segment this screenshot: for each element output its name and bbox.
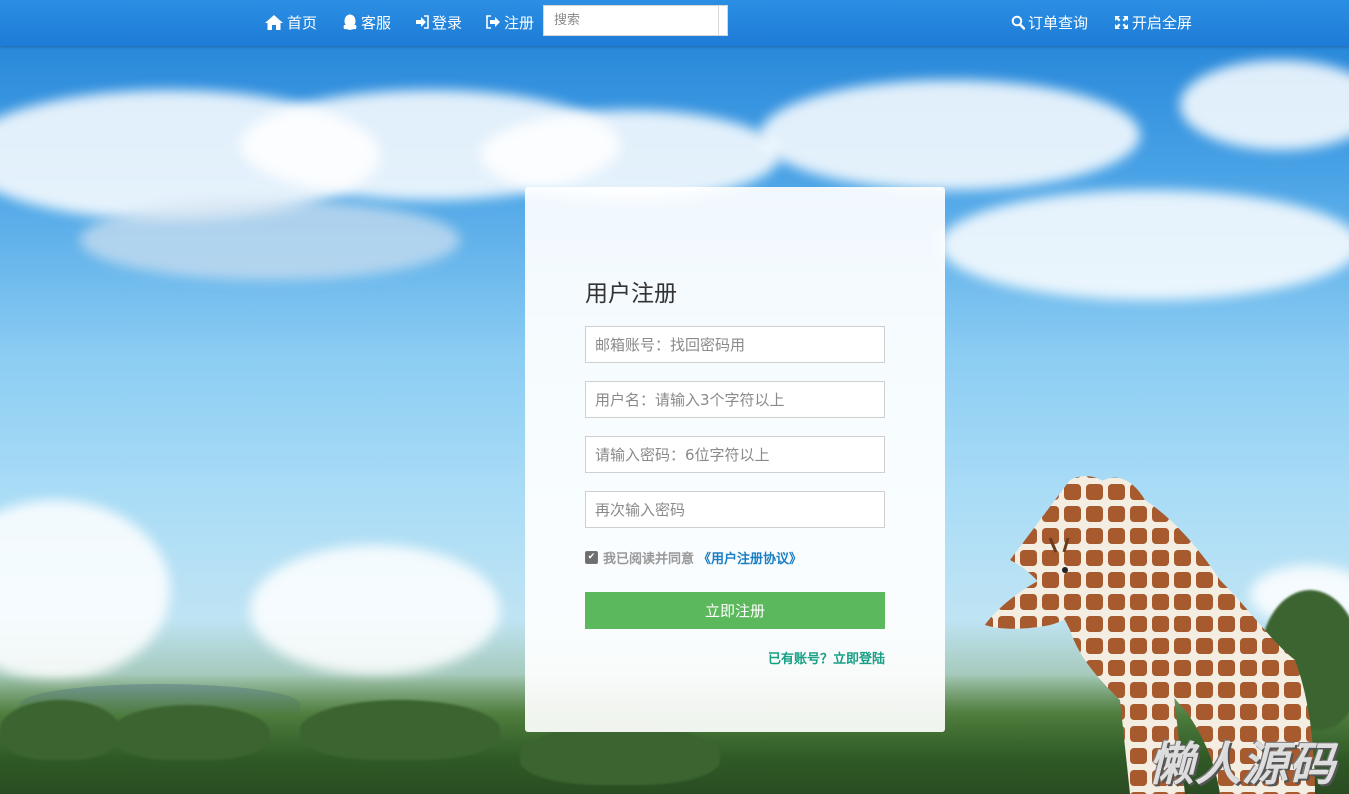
expand-icon bbox=[1115, 15, 1128, 29]
nav-home-label: 首页 bbox=[287, 13, 318, 32]
agree-text: 我已阅读并同意 bbox=[603, 552, 695, 567]
nav-login-label: 登录 bbox=[432, 13, 463, 32]
login-link[interactable]: 已有账号？立即登陆 bbox=[768, 648, 885, 667]
nav-fullscreen[interactable]: 开启全屏 bbox=[1114, 0, 1192, 44]
agree-checkbox[interactable]: ✔ bbox=[585, 551, 598, 564]
agreement-row: ✔ 我已阅读并同意 《用户注册协议》 bbox=[585, 548, 802, 567]
watermark-logo: 懒人源码 bbox=[1148, 728, 1336, 794]
register-panel: 用户注册 ✔ 我已阅读并同意 《用户注册协议》 立即注册 已有账号？立即登陆 bbox=[525, 187, 945, 732]
confirm-password-field[interactable] bbox=[585, 491, 885, 528]
search-icon bbox=[1011, 15, 1025, 30]
watermark-text: 懒人源码 bbox=[1148, 737, 1336, 791]
agreement-link[interactable]: 《用户注册协议》 bbox=[698, 548, 802, 567]
page-title: 用户注册 bbox=[585, 281, 677, 307]
sign-in-icon bbox=[416, 15, 429, 29]
username-field[interactable] bbox=[585, 381, 885, 418]
search-box bbox=[543, 5, 728, 36]
nav-service-label: 客服 bbox=[361, 13, 392, 32]
home-icon bbox=[265, 14, 283, 30]
nav-register-label: 注册 bbox=[504, 13, 535, 32]
top-navbar: 首页 客服 登录 注册 订单查询 bbox=[0, 0, 1349, 46]
password-field[interactable] bbox=[585, 436, 885, 473]
nav-order-query-label: 订单查询 bbox=[1028, 13, 1089, 32]
email-field[interactable] bbox=[585, 326, 885, 363]
sign-out-icon bbox=[486, 15, 500, 29]
qq-icon bbox=[343, 14, 357, 30]
search-input[interactable] bbox=[554, 6, 714, 35]
search-divider bbox=[718, 6, 719, 35]
nav-login[interactable]: 登录 bbox=[415, 0, 462, 44]
nav-register[interactable]: 注册 bbox=[486, 0, 534, 44]
nav-order-query[interactable]: 订单查询 bbox=[1011, 0, 1088, 44]
register-button[interactable]: 立即注册 bbox=[585, 592, 885, 629]
check-icon: ✔ bbox=[587, 552, 596, 562]
nav-fullscreen-label: 开启全屏 bbox=[1132, 13, 1193, 32]
nav-home[interactable]: 首页 bbox=[264, 0, 317, 44]
nav-service[interactable]: 客服 bbox=[342, 0, 391, 44]
